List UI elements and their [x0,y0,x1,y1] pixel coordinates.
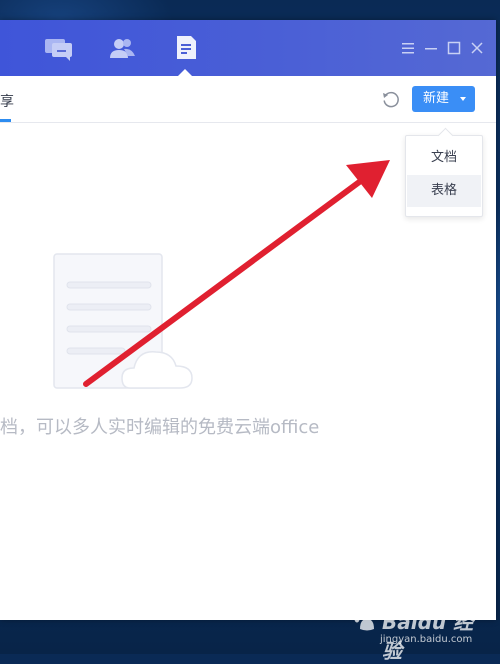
refresh-icon[interactable] [381,89,401,109]
tab-active-underline [0,119,11,122]
new-button[interactable]: 新建 [412,86,475,112]
empty-state-text: 档，可以多人实时编辑的免费云端office [0,417,320,438]
menu-item-document[interactable]: 文档 [407,142,481,174]
tab-share[interactable]: 享 [0,91,14,111]
active-tab-indicator [178,69,192,76]
new-dropdown-menu: 文档 表格 [405,135,483,217]
document-icon[interactable] [172,34,202,62]
empty-state-illustration [52,252,194,392]
contacts-icon[interactable] [108,34,138,62]
chat-bubble-icon[interactable] [44,34,74,62]
caret-down-icon [460,97,466,101]
paw-logo-icon [354,605,378,631]
maximize-icon[interactable] [446,40,462,56]
title-bar [0,20,496,76]
app-window: 享 新建 文档 表格 档，可以多人实时编辑的免费云端office [0,20,496,620]
close-icon[interactable] [469,40,485,56]
menu-icon[interactable] [400,40,416,56]
menu-item-spreadsheet[interactable]: 表格 [407,175,481,207]
new-button-label: 新建 [423,91,450,106]
minimize-icon[interactable] [423,40,439,56]
toolbar: 享 新建 [0,76,496,123]
watermark-site: jingyan.baidu.com [380,634,473,645]
baidu-watermark: Baidu 经验 jingyan.baidu.com [352,600,492,663]
